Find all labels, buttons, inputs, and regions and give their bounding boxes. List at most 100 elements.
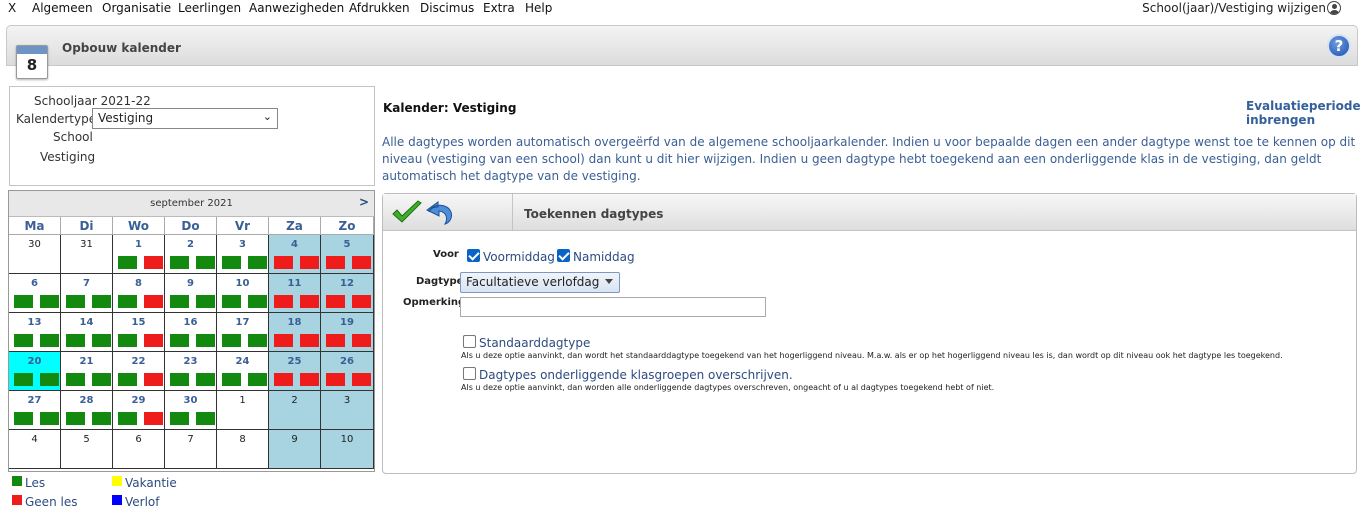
calendar-day-number: 30	[183, 395, 198, 406]
calendar-day-number: 3	[343, 395, 351, 406]
calendar-day[interactable]: 10	[321, 430, 374, 469]
calendar-day[interactable]: 16	[165, 313, 217, 352]
calendar-day[interactable]: 7	[61, 274, 113, 313]
dagtype-les-marker	[248, 256, 267, 269]
menu-algemeen[interactable]: Algemeen	[32, 1, 93, 15]
help-icon[interactable]: ?	[1327, 34, 1351, 58]
calendar-day-number: 23	[183, 356, 198, 367]
calendar-day[interactable]: 22	[113, 352, 165, 391]
legend-vakantie: Vakantie	[125, 476, 177, 490]
calendar-day-number: 4	[31, 434, 38, 445]
weekday-header: Za	[269, 217, 321, 235]
calendar-day-number: 2	[187, 239, 194, 250]
dagtype-geen-les-marker	[352, 373, 371, 386]
calendar-day[interactable]: 26	[321, 352, 374, 391]
menu-leerlingen[interactable]: Leerlingen	[178, 1, 241, 15]
calendar-day[interactable]: 28	[61, 391, 113, 430]
calendar-day-number: 14	[79, 317, 94, 328]
dagtype-geen-les-marker	[326, 295, 345, 308]
namiddag-checkbox[interactable]	[557, 249, 570, 262]
dagtype-geen-les-marker	[144, 334, 163, 347]
calendar-day[interactable]: 2	[269, 391, 321, 430]
calendar-day[interactable]: 6	[113, 430, 165, 469]
calendar-day[interactable]: 15	[113, 313, 165, 352]
dagtype-les-marker	[66, 334, 85, 347]
calendar-day[interactable]: 14	[61, 313, 113, 352]
calendar-day[interactable]: 5	[321, 235, 374, 274]
calendar-day-number: 19	[340, 317, 354, 328]
dagtype-geen-les-marker	[326, 334, 345, 347]
calendar-day[interactable]: 20	[9, 352, 61, 391]
calendar-day[interactable]: 7	[165, 430, 217, 469]
calendar-day[interactable]: 31	[61, 235, 113, 274]
overschrijven-checkbox[interactable]	[463, 367, 476, 380]
calendar-day[interactable]: 30	[9, 235, 61, 274]
calendar-day[interactable]: 19	[321, 313, 374, 352]
school-vestiging-wijzigen-link[interactable]: School(jaar)/Vestiging wijzigen	[1142, 1, 1326, 15]
standaarddagtype-checkbox[interactable]	[463, 335, 476, 348]
kalendertype-select[interactable]: Vestiging ⌄	[92, 108, 278, 129]
calendar-day[interactable]: 29	[113, 391, 165, 430]
schooljaar-label: Schooljaar 2021-22	[34, 94, 151, 108]
dagtype-geen-les-marker	[326, 373, 345, 386]
calendar-day[interactable]: 27	[9, 391, 61, 430]
calendar-day[interactable]: 9	[165, 274, 217, 313]
undo-icon[interactable]	[423, 200, 455, 226]
calendar-day-number: 10	[340, 434, 354, 445]
calendar-day[interactable]: 3	[321, 391, 374, 430]
voor-label: Voor	[433, 249, 459, 260]
dagtype-les-marker	[92, 295, 111, 308]
voormiddag-checkbox[interactable]	[467, 249, 480, 262]
weekday-header: Wo	[113, 217, 165, 235]
opmerking-input[interactable]	[460, 297, 766, 317]
menu-close[interactable]: X	[8, 1, 16, 15]
user-icon[interactable]	[1327, 1, 1341, 15]
calendar-day[interactable]: 18	[269, 313, 321, 352]
menu-organisatie[interactable]: Organisatie	[102, 1, 171, 15]
dagtype-geen-les-marker	[352, 256, 371, 269]
dagtype-les-marker	[118, 334, 137, 347]
calendar-day[interactable]: 5	[61, 430, 113, 469]
menu-aanwezigheden[interactable]: Aanwezigheden	[249, 1, 344, 15]
weekday-header: Di	[61, 217, 113, 235]
calendar-day[interactable]: 13	[9, 313, 61, 352]
calendar-day[interactable]: 8	[217, 430, 269, 469]
calendar-month-label: september 2021	[150, 198, 233, 209]
next-month-button[interactable]: >	[359, 191, 369, 213]
dagtype-les-marker	[66, 373, 85, 386]
calendar-day[interactable]: 1	[217, 391, 269, 430]
dagtype-select[interactable]: Facultatieve verlofdag	[460, 272, 620, 293]
evaluatieperiodes-link[interactable]: Evaluatieperiodes inbrengen	[1246, 99, 1360, 127]
calendar-day[interactable]: 24	[217, 352, 269, 391]
calendar-day[interactable]: 9	[269, 430, 321, 469]
calendar-day[interactable]: 17	[217, 313, 269, 352]
calendar-day[interactable]: 11	[269, 274, 321, 313]
calendar-day[interactable]: 30	[165, 391, 217, 430]
calendar-day-number: 7	[83, 278, 90, 289]
calendar-day[interactable]: 21	[61, 352, 113, 391]
dropdown-arrow-icon	[605, 279, 613, 284]
calendar-day[interactable]: 3	[217, 235, 269, 274]
calendar-day[interactable]: 4	[9, 430, 61, 469]
menu-help[interactable]: Help	[525, 1, 552, 15]
calendar-day-number: 12	[340, 278, 354, 289]
dagtype-les-marker	[14, 412, 33, 425]
calendar-day[interactable]: 12	[321, 274, 374, 313]
calendar-day[interactable]: 10	[217, 274, 269, 313]
calendar-day[interactable]: 6	[9, 274, 61, 313]
overschrijven-label: Dagtypes onderliggende klasgroepen overs…	[479, 368, 793, 382]
dagtype-geen-les-marker	[274, 256, 293, 269]
calendar-day-number: 17	[235, 317, 250, 328]
calendar-day-number: 26	[340, 356, 354, 367]
calendar-day[interactable]: 4	[269, 235, 321, 274]
menu-afdrukken[interactable]: Afdrukken	[349, 1, 410, 15]
calendar-day[interactable]: 8	[113, 274, 165, 313]
menu-discimus[interactable]: Discimus	[420, 1, 474, 15]
dagtype-les-marker	[170, 256, 189, 269]
calendar-day[interactable]: 25	[269, 352, 321, 391]
save-check-icon[interactable]	[391, 200, 423, 226]
menu-extra[interactable]: Extra	[483, 1, 515, 15]
calendar-day[interactable]: 1	[113, 235, 165, 274]
calendar-day[interactable]: 2	[165, 235, 217, 274]
calendar-day[interactable]: 23	[165, 352, 217, 391]
